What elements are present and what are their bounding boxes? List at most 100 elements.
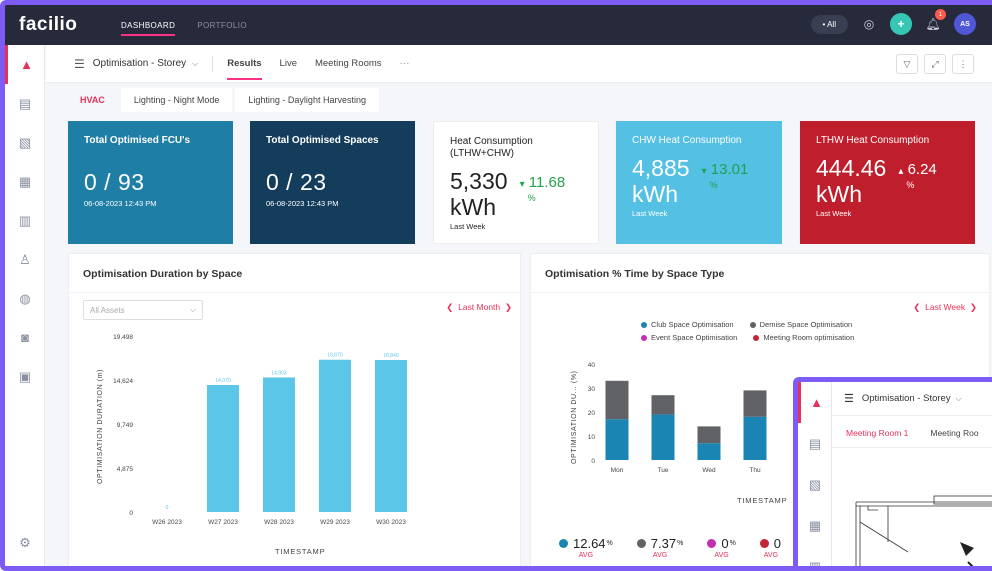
chevron-right-icon[interactable]: ❯	[970, 302, 977, 312]
averages-row: 12.64% AVG 7.37% AVG 0% AVG 0 AVG	[559, 536, 782, 559]
people-icon[interactable]: ♙	[5, 240, 45, 279]
card-title: Total Optimised FCU's	[84, 135, 191, 146]
tab-dashboard[interactable]: DASHBOARD	[121, 15, 176, 36]
filter-icon[interactable]: ▽	[896, 54, 918, 74]
section-tabs: HVAC Lighting - Night Mode Lighting - Da…	[67, 83, 992, 116]
chevron-left-icon[interactable]: ❮	[446, 302, 453, 312]
camera-icon	[960, 542, 974, 556]
up-arrow-icon: ▴	[898, 166, 904, 177]
tab-meeting-room-1[interactable]: Meeting Room 1	[846, 428, 908, 438]
period-selector[interactable]: ❮ Last Week ❯	[913, 302, 977, 313]
card-title: LTHW Heat Consumption	[816, 135, 930, 146]
chevron-down-icon[interactable]: ⌵	[192, 59, 198, 69]
add-icon[interactable]: +	[890, 13, 912, 35]
card-unit: kWh	[450, 194, 496, 220]
card-chw-heat-consumption[interactable]: CHW Heat Consumption 4,885 kWh ▾ 13.01 %…	[616, 121, 782, 244]
tab-lighting-night-mode[interactable]: Lighting - Night Mode	[120, 87, 233, 112]
map-icon[interactable]: ▧	[5, 123, 45, 162]
tab-hvac[interactable]: HVAC	[67, 88, 118, 112]
card-heat-consumption[interactable]: Heat Consumption (LTHW+CHW) 5,330 kWh ▾ …	[433, 121, 599, 244]
card-delta-unit: %	[527, 193, 536, 203]
assets-dropdown[interactable]: All Assets ⌵	[83, 300, 203, 320]
building-icon[interactable]: ▦	[798, 505, 832, 546]
assets-dropdown-label: All Assets	[90, 306, 125, 315]
expand-icon[interactable]: ⤢	[924, 54, 946, 74]
tab-live[interactable]: Live	[280, 47, 297, 80]
tab-meeting-rooms[interactable]: Meeting Rooms	[315, 47, 382, 80]
reports-icon[interactable]: ▣	[5, 357, 45, 396]
duration-bar-chart: 19,498 14,624 9,749 4,875 0 0 W26 2023 14,070 W2…	[113, 334, 407, 526]
card-total-optimised-spaces[interactable]: Total Optimised Spaces 0 / 23 06-08-2023…	[250, 121, 415, 244]
legend-item[interactable]: Demise Space Optimisation	[749, 320, 853, 329]
asset-icon[interactable]: ▥	[5, 201, 45, 240]
x-tick-label: W26 2023	[152, 519, 182, 526]
inbox-icon[interactable]: ▤	[798, 423, 832, 464]
dashboard-selector[interactable]: Optimisation - Storey	[93, 58, 186, 69]
y-tick-label: 30	[588, 386, 596, 393]
card-lthw-heat-consumption[interactable]: LTHW Heat Consumption 444.46 kWh ▴ 6.24 …	[800, 121, 975, 244]
panel-title: Optimisation % Time by Space Type	[545, 268, 725, 280]
average-item: 0% AVG	[707, 536, 736, 559]
chevron-right-icon[interactable]: ❯	[505, 302, 512, 312]
user-avatar[interactable]: AS	[954, 13, 976, 35]
chevron-left-icon[interactable]: ❮	[913, 302, 920, 312]
tab-portfolio[interactable]: PORTFOLIO	[197, 15, 247, 36]
average-item: 12.64% AVG	[559, 536, 613, 559]
y-tick-label: 10	[588, 434, 596, 441]
card-unit: kWh	[816, 181, 862, 207]
tab-lighting-daylight-harvesting[interactable]: Lighting - Daylight Harvesting	[235, 87, 379, 112]
average-value: 7.37	[650, 536, 677, 551]
menu-icon[interactable]: ☰	[74, 57, 85, 71]
bar	[207, 384, 239, 512]
legend-label: Demise Space Optimisation	[759, 320, 853, 329]
device-icon[interactable]: ◍	[5, 279, 45, 318]
legend-item[interactable]: Event Space Optimisation	[641, 333, 737, 342]
inbox-icon[interactable]: ▤	[5, 84, 45, 123]
site-filter-all[interactable]: • All	[810, 14, 848, 34]
down-arrow-icon: ▾	[519, 179, 525, 190]
bar-segment	[605, 419, 629, 460]
card-title: CHW Heat Consumption	[632, 135, 742, 146]
card-total-optimised-fcus[interactable]: Total Optimised FCU's 0 / 93 06-08-2023 …	[68, 121, 233, 244]
kebab-menu-icon[interactable]: ⋮	[952, 54, 974, 74]
bar-segment	[743, 390, 767, 417]
average-label: AVG	[714, 552, 729, 559]
card-date: 06-08-2023 12:43 PM	[84, 199, 157, 208]
average-label: AVG	[578, 552, 594, 559]
tab-meeting-room[interactable]: Meeting Roo	[930, 428, 978, 438]
card-value: 4,885	[632, 155, 690, 181]
map-icon[interactable]: ▧	[798, 464, 832, 505]
help-icon[interactable]: ◎	[858, 13, 880, 35]
x-tick-label: Thu	[749, 467, 761, 474]
building-icon[interactable]: ▦	[5, 162, 45, 201]
menu-icon[interactable]: ☰	[844, 392, 854, 405]
bar-segment	[697, 426, 721, 444]
chevron-down-icon[interactable]: ⌵	[956, 394, 962, 404]
y-tick-label: 40	[588, 362, 596, 369]
facilio-logo[interactable]: facilio	[19, 14, 109, 36]
dashboard-selector[interactable]: Optimisation - Storey	[862, 393, 951, 404]
card-value: 444.46	[816, 155, 887, 181]
y-tick-label: 14,624	[113, 378, 133, 385]
card-value: 0 / 93	[84, 169, 145, 195]
energy-icon[interactable]: ◙	[5, 318, 45, 357]
asset-icon[interactable]: ▥	[798, 546, 832, 567]
left-sidebar: ▲ ▤ ▧ ▦ ▥ ♙ ◍ ◙ ▣ ⚙	[5, 45, 45, 566]
dashboard-icon[interactable]: ▲	[798, 382, 832, 423]
tab-results[interactable]: Results	[227, 47, 262, 80]
x-tick-label: W27 2023	[208, 519, 238, 526]
card-date: 06-08-2023 12:43 PM	[266, 199, 339, 208]
legend-item[interactable]: Club Space Optimisation	[641, 320, 734, 329]
settings-gear-icon[interactable]: ⚙	[5, 523, 45, 562]
card-delta-unit: %	[709, 180, 718, 190]
more-tabs-button[interactable]: ···	[400, 58, 410, 69]
card-delta: 11.68	[528, 174, 566, 191]
card-period: Last Week	[632, 209, 668, 218]
period-selector[interactable]: ❮ Last Month ❯	[446, 302, 512, 313]
floorplan-preview-window[interactable]: ▲ ▤ ▧ ▦ ▥ ☰ Optimisation - Storey ⌵ Meet…	[793, 377, 992, 567]
x-tick-label: Tue	[658, 467, 669, 474]
dashboard-icon[interactable]: ▲	[5, 45, 45, 84]
legend-item[interactable]: Meeting Room optimisation	[753, 333, 854, 342]
x-tick-label: W29 2023	[320, 519, 350, 526]
bar	[263, 377, 295, 512]
